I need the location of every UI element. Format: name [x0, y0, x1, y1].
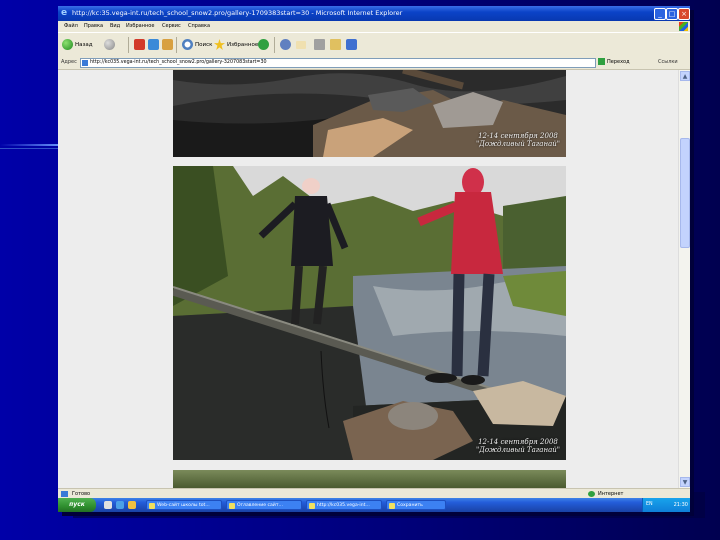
taskbar-item-4[interactable]: Сохранить	[386, 500, 446, 510]
address-label: Адрес	[61, 59, 77, 65]
title-bar[interactable]: e http://kc:35.vega-int.ru/tech_school_s…	[58, 6, 690, 21]
river-crossing-image	[173, 166, 566, 460]
url-input[interactable]: http://kc035.vega-int.ru/tech_school_sno…	[80, 58, 596, 68]
gallery-photo-2[interactable]: 12-14 сентября 2008 "Дождливый Таганай"	[173, 166, 566, 460]
window-title: http://kc:35.vega-int.ru/tech_school_sno…	[72, 9, 403, 17]
maximize-button[interactable]: □	[666, 8, 678, 20]
clock: 21:30	[673, 502, 688, 508]
search-icon	[182, 39, 193, 50]
url-text: http://kc035.vega-int.ru/tech_school_sno…	[90, 60, 267, 65]
favorites-label: Избранное	[227, 42, 259, 48]
windows-logo-icon	[679, 22, 688, 31]
forward-arrow-icon	[104, 39, 115, 50]
messenger-button[interactable]	[346, 37, 359, 53]
menu-favorites[interactable]: Избранное	[126, 21, 154, 32]
go-label: Переход	[607, 59, 630, 65]
taskbar-item-3[interactable]: http://kc035.vega-int...	[306, 500, 382, 510]
photo-1-caption-date: 12-14 сентября 2008	[478, 132, 558, 140]
media-button[interactable]	[258, 37, 271, 53]
stop-button[interactable]	[134, 37, 147, 53]
minimize-button[interactable]: _	[654, 8, 666, 20]
go-button[interactable]: Переход	[598, 58, 630, 67]
browser-window: e http://kc:35.vega-int.ru/tech_school_s…	[58, 6, 690, 512]
back-arrow-icon	[62, 39, 73, 50]
scroll-thumb[interactable]	[680, 138, 690, 248]
menu-help[interactable]: Справка	[188, 21, 210, 32]
gallery-photo-3[interactable]	[173, 470, 566, 488]
scroll-up-button[interactable]: ▲	[680, 71, 690, 81]
favorites-button[interactable]: Избранное	[214, 37, 258, 53]
language-indicator[interactable]: EN	[646, 501, 653, 509]
ie-quicklaunch-icon[interactable]	[116, 501, 124, 509]
page-content: 12-14 сентября 2008 "Дождливый Таганай"	[58, 70, 678, 488]
history-icon	[280, 39, 291, 50]
taskbar-item-2[interactable]: Оглавление сайт...	[226, 500, 302, 510]
scroll-down-button[interactable]: ▼	[680, 477, 690, 487]
photo-2-caption-title: "Дождливый Таганай"	[475, 446, 560, 454]
print-icon	[314, 39, 325, 50]
messenger-icon	[346, 39, 357, 50]
photo-1-caption-title: "Дождливый Таганай"	[475, 140, 560, 148]
folder-quicklaunch-icon[interactable]	[128, 501, 136, 509]
photo-1-caption: 12-14 сентября 2008 "Дождливый Таганай"	[476, 132, 560, 148]
links-button[interactable]: Ссылки	[658, 56, 678, 69]
back-label: Назад	[75, 42, 93, 48]
search-label: Поиск	[195, 42, 213, 48]
page-done-icon	[61, 491, 68, 497]
slide-accent-line	[0, 144, 64, 146]
menu-tools[interactable]: Сервис	[162, 21, 181, 32]
print-button[interactable]	[314, 37, 327, 53]
refresh-button[interactable]	[148, 37, 161, 53]
photo-2-caption: 12-14 сентября 2008 "Дождливый Таганай"	[476, 438, 560, 454]
taskbar-item-1[interactable]: Web-сайт школы tot...	[146, 500, 222, 510]
refresh-icon	[148, 39, 159, 50]
vertical-scrollbar[interactable]: ▲ ▼	[678, 70, 690, 488]
photo-2-caption-date: 12-14 сентября 2008	[478, 438, 558, 446]
mail-icon	[296, 40, 306, 49]
back-button[interactable]: Назад	[62, 37, 93, 53]
home-button[interactable]	[162, 37, 175, 53]
toolbar-separator	[274, 37, 275, 53]
menu-view[interactable]: Вид	[110, 21, 120, 32]
page-icon	[82, 60, 88, 66]
address-bar: Адрес http://kc035.vega-int.ru/tech_scho…	[58, 56, 690, 70]
edit-button[interactable]	[330, 37, 343, 53]
edit-icon	[330, 39, 341, 50]
home-icon	[162, 39, 173, 50]
close-button[interactable]: ×	[678, 8, 690, 20]
show-desktop-icon[interactable]	[104, 501, 112, 509]
internet-zone-icon	[588, 491, 595, 497]
menu-file[interactable]: Файл	[64, 21, 78, 32]
taskbar: пуск Web-сайт школы tot... Оглавление са…	[58, 498, 690, 512]
slide-accent-line-2	[0, 148, 64, 149]
menu-bar: Файл Правка Вид Избранное Сервис Справка	[58, 21, 690, 32]
search-button[interactable]: Поиск	[182, 37, 212, 53]
toolbar-separator	[128, 37, 129, 53]
toolbar: Назад Поиск Избранное	[58, 32, 690, 58]
stop-icon	[134, 39, 145, 50]
toolbar-separator	[176, 37, 177, 53]
start-button[interactable]: пуск	[58, 498, 96, 512]
system-tray: EN 21:30	[642, 498, 690, 512]
menu-edit[interactable]: Правка	[84, 21, 103, 32]
gallery-photo-1[interactable]: 12-14 сентября 2008 "Дождливый Таганай"	[173, 70, 566, 157]
history-button[interactable]	[280, 37, 293, 53]
internet-explorer-icon: e	[61, 8, 68, 18]
mail-button[interactable]	[296, 37, 308, 53]
media-icon	[258, 39, 269, 50]
go-arrow-icon	[598, 58, 605, 65]
forward-button[interactable]	[104, 37, 117, 53]
star-icon	[214, 39, 225, 50]
